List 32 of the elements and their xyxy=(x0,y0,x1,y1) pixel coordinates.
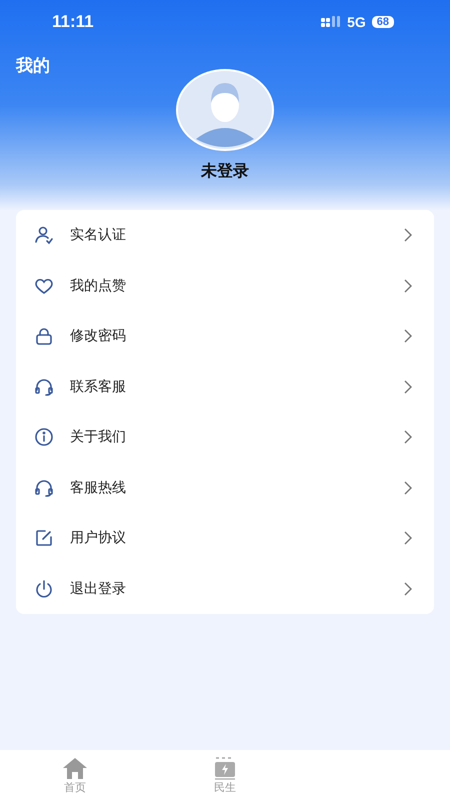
menu-item[interactable]: 修改密码 xyxy=(16,311,434,362)
chevron-right-icon xyxy=(404,278,412,293)
headset-icon xyxy=(34,376,54,397)
avatar-icon xyxy=(176,69,274,151)
chevron-right-icon xyxy=(404,430,412,444)
menu-item[interactable]: 实名认证 xyxy=(16,210,434,260)
edit-icon xyxy=(34,528,54,548)
menu-item[interactable]: 联系客服 xyxy=(16,362,434,412)
status-time: 11:11 xyxy=(52,12,94,32)
menu-item[interactable]: 退出登录 xyxy=(16,564,434,614)
chevron-right-icon xyxy=(404,582,412,596)
menu-item[interactable]: 我的点赞 xyxy=(16,260,434,311)
signal-icon xyxy=(321,16,342,28)
chevron-right-icon xyxy=(404,531,412,546)
network-type: 5G xyxy=(347,14,366,30)
chevron-right-icon xyxy=(404,228,412,242)
page-title: 我的 xyxy=(14,55,51,77)
username: 未登录 xyxy=(201,161,249,182)
lock-icon xyxy=(34,326,54,346)
headset-icon xyxy=(34,478,54,498)
user-icon xyxy=(34,225,54,246)
menu-item[interactable]: 用户协议 xyxy=(16,513,434,564)
chevron-right-icon xyxy=(404,380,412,394)
chevron-right-icon xyxy=(404,480,412,495)
bolt-icon xyxy=(212,756,238,780)
chevron-right-icon xyxy=(404,329,412,344)
menu-item[interactable]: 关于我们 xyxy=(16,412,434,462)
home-icon xyxy=(62,756,88,780)
info-icon xyxy=(34,427,54,448)
battery-level: 68 xyxy=(372,16,394,28)
power-icon xyxy=(34,578,54,599)
menu-item[interactable]: 客服热线 xyxy=(16,462,434,513)
